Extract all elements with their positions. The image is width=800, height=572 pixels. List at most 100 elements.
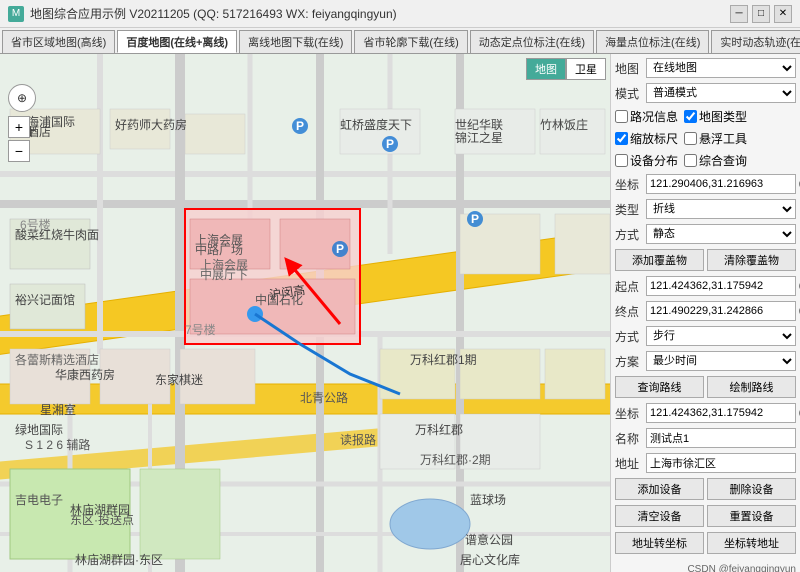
coord2-row: 坐标 <box>615 403 796 423</box>
checkbox-traffic-info: 路况信息 <box>615 108 678 125</box>
traffic-checkbox[interactable] <box>615 110 628 123</box>
tab-bar: 省市区域地图(高线) 百度地图(在线+离线) 离线地图下载(在线) 省市轮廓下载… <box>0 28 800 54</box>
type-label: 类型 <box>615 201 643 218</box>
zoom-scale-checkbox[interactable] <box>615 132 628 145</box>
svg-text:中路广场: 中路广场 <box>195 242 243 257</box>
end-input[interactable] <box>646 301 796 321</box>
reset-device-button[interactable]: 重置设备 <box>707 505 796 527</box>
hover-tool-checkbox[interactable] <box>684 132 697 145</box>
route-method-select[interactable]: 最少时间 <box>646 351 796 371</box>
svg-text:裕兴记面馆: 裕兴记面馆 <box>15 292 75 307</box>
checkbox-map-type: 地图类型 <box>684 108 747 125</box>
address-input[interactable] <box>646 453 796 473</box>
method-label: 方式 <box>615 226 643 243</box>
query-route-button[interactable]: 查询路线 <box>615 376 704 398</box>
svg-text:世纪华联: 世纪华联 <box>455 118 503 132</box>
clear-cover-button[interactable]: 清除覆盖物 <box>707 249 796 271</box>
compass-button[interactable]: ⊕ <box>8 84 36 112</box>
svg-text:蓝球场: 蓝球场 <box>470 493 506 507</box>
svg-text:北青公路: 北青公路 <box>300 390 348 405</box>
checkbox-device-dist: 设备分布 <box>615 152 678 169</box>
svg-text:万科红郡1期: 万科红郡1期 <box>410 352 477 367</box>
tab-realtime-track[interactable]: 实时动态轨迹(在线) <box>711 30 800 53</box>
window-controls: ─ □ ✕ <box>730 5 792 23</box>
checkbox-row-3: 设备分布 综合查询 <box>615 152 796 169</box>
device-dist-label: 设备分布 <box>630 152 678 169</box>
cover-btn-row: 添加覆盖物 清除覆盖物 <box>615 249 796 271</box>
checkbox-comprehensive-query: 综合查询 <box>684 152 747 169</box>
minimize-button[interactable]: ─ <box>730 5 748 23</box>
svg-text:谱意公园: 谱意公园 <box>465 532 513 547</box>
svg-text:虹桥盛度天下: 虹桥盛度天下 <box>340 117 412 132</box>
right-panel: 地图 在线地图 模式 普通模式 路况信息 地图类型 <box>610 54 800 572</box>
svg-text:居心文化库: 居心文化库 <box>460 552 520 567</box>
app-title: 地图综合应用示例 V20211205 (QQ: 517216493 WX: fe… <box>30 5 397 22</box>
tab-mass-marker[interactable]: 海量点位标注(在线) <box>596 30 709 53</box>
svg-text:竹林饭庄: 竹林饭庄 <box>540 117 588 132</box>
svg-text:好药师大药房: 好药师大药房 <box>115 117 187 132</box>
zoom-in-button[interactable]: + <box>8 116 30 138</box>
tab-dynamic-marker[interactable]: 动态定点位标注(在线) <box>470 30 594 53</box>
coord-label: 坐标 <box>615 176 643 193</box>
mode-select[interactable]: 普通模式 <box>646 83 796 103</box>
add-cover-button[interactable]: 添加覆盖物 <box>615 249 704 271</box>
svg-text:万科红郡·2期: 万科红郡·2期 <box>420 452 491 467</box>
svg-text:6号楼: 6号楼 <box>20 217 51 232</box>
method-select[interactable]: 静态 <box>646 224 796 244</box>
svg-text:绿地国际: 绿地国际 <box>15 422 63 437</box>
coord-to-addr-button[interactable]: 地址转坐标 <box>615 532 704 554</box>
checkbox-hover-tool: 悬浮工具 <box>684 130 747 147</box>
title-bar: M 地图综合应用示例 V20211205 (QQ: 517216493 WX: … <box>0 0 800 28</box>
comprehensive-checkbox[interactable] <box>684 154 697 167</box>
zoom-scale-label: 缩放标尺 <box>630 130 678 147</box>
close-button[interactable]: ✕ <box>774 5 792 23</box>
svg-text:锦江之星: 锦江之星 <box>455 131 503 145</box>
tab-baidu-map[interactable]: 百度地图(在线+离线) <box>117 30 237 53</box>
address-label: 地址 <box>615 455 643 472</box>
map-type-select[interactable]: 在线地图 <box>646 58 796 78</box>
device-btn-row-1: 添加设备 删除设备 <box>615 478 796 500</box>
comprehensive-label: 综合查询 <box>699 152 747 169</box>
svg-text:中国石化: 中国石化 <box>255 292 303 307</box>
device-btn-row-2: 清空设备 重置设备 <box>615 505 796 527</box>
trans-btn-row: 地址转坐标 坐标转地址 <box>615 532 796 554</box>
name-input[interactable] <box>646 428 796 448</box>
type-row: 类型 折线 <box>615 199 796 219</box>
tab-province-map[interactable]: 省市区域地图(高线) <box>2 30 115 53</box>
tab-offline-download[interactable]: 离线地图下载(在线) <box>239 30 352 53</box>
map-area[interactable]: 沪闵高 北青公路 P P P P <box>0 54 610 572</box>
route-method-label: 方案 <box>615 353 643 370</box>
mode-row: 模式 普通模式 <box>615 83 796 103</box>
map-type-row: 地图 在线地图 <box>615 58 796 78</box>
add-device-button[interactable]: 添加设备 <box>615 478 704 500</box>
walk-row: 方式 步行 <box>615 326 796 346</box>
walk-select[interactable]: 步行 <box>646 326 796 346</box>
svg-text:东家棋迷: 东家棋迷 <box>155 372 203 387</box>
route-method-row: 方案 最少时间 <box>615 351 796 371</box>
type-select[interactable]: 折线 <box>646 199 796 219</box>
tab-province-outline[interactable]: 省市轮廓下载(在线) <box>354 30 467 53</box>
mode-label: 模式 <box>615 85 643 102</box>
maximize-button[interactable]: □ <box>752 5 770 23</box>
coord2-label: 坐标 <box>615 405 643 422</box>
addr-to-coord-button[interactable]: 坐标转地址 <box>707 532 796 554</box>
traffic-label: 路况信息 <box>630 108 678 125</box>
end-label: 终点 <box>615 303 643 320</box>
coord-input[interactable] <box>646 174 796 194</box>
coord2-input[interactable] <box>646 403 796 423</box>
satellite-button[interactable]: 卫星 <box>566 58 606 80</box>
start-input[interactable] <box>646 276 796 296</box>
zoom-out-button[interactable]: − <box>8 140 30 162</box>
device-dist-checkbox[interactable] <box>615 154 628 167</box>
map-svg: 沪闵高 北青公路 P P P P <box>0 54 610 572</box>
del-device-button[interactable]: 删除设备 <box>707 478 796 500</box>
map-button[interactable]: 地图 <box>526 58 566 80</box>
main-content: 沪闵高 北青公路 P P P P <box>0 54 800 572</box>
clear-device-button[interactable]: 清空设备 <box>615 505 704 527</box>
map-type-checkbox[interactable] <box>684 110 697 123</box>
svg-text:P: P <box>471 212 479 226</box>
checkbox-row-1: 路况信息 地图类型 <box>615 108 796 125</box>
draw-route-button[interactable]: 绘制路线 <box>707 376 796 398</box>
hover-tool-label: 悬浮工具 <box>699 130 747 147</box>
svg-text:星湘室: 星湘室 <box>40 402 76 417</box>
